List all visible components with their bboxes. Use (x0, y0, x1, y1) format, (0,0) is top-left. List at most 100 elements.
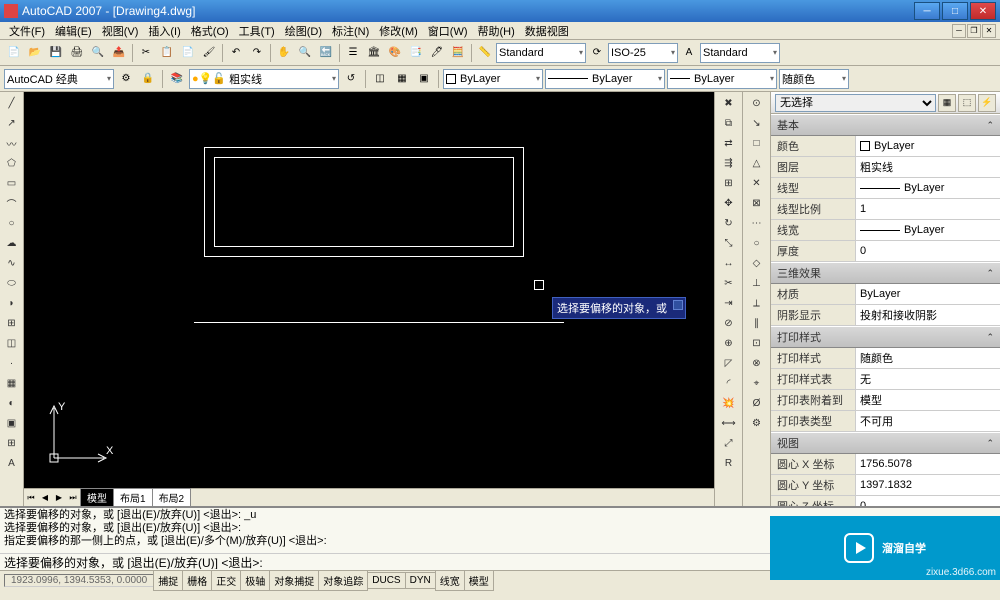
text-icon[interactable]: A (3, 454, 21, 472)
menu-modify[interactable]: 修改(M) (375, 22, 422, 40)
snap-from-icon[interactable]: ↘ (748, 114, 766, 132)
save-icon[interactable]: 💾 (46, 43, 66, 63)
layer-combo[interactable]: ●💡🔓粗实线 (189, 69, 339, 89)
mirror-icon[interactable]: ⇄ (720, 134, 738, 152)
xline-icon[interactable]: ↗ (3, 114, 21, 132)
hatch-draw-icon[interactable]: ▦ (3, 374, 21, 392)
extend-icon[interactable]: ⇥ (720, 294, 738, 312)
explode-icon[interactable]: 💥 (720, 394, 738, 412)
menu-dataview[interactable]: 数据视图 (521, 22, 573, 40)
region-draw-icon[interactable]: ▣ (3, 414, 21, 432)
section-basic[interactable]: 基本 (771, 114, 1000, 136)
fillet-icon[interactable]: ◜ (720, 374, 738, 392)
table-icon[interactable]: ⊞ (3, 434, 21, 452)
workspace-lock-icon[interactable]: 🔒 (138, 69, 158, 89)
temp-track-icon[interactable]: ⊙ (748, 94, 766, 112)
tab-layout1[interactable]: 布局1 (113, 488, 153, 507)
status-snap[interactable]: 捕捉 (153, 570, 183, 591)
quick-select-icon[interactable]: ▦ (938, 94, 956, 112)
section-view[interactable]: 视图 (771, 432, 1000, 454)
open-icon[interactable]: 📂 (25, 43, 45, 63)
polygon-icon[interactable]: ⬠ (3, 154, 21, 172)
snap-endpoint-icon[interactable]: □ (748, 134, 766, 152)
selection-dropdown[interactable]: 无选择 (775, 94, 936, 112)
array-icon[interactable]: ⊞ (720, 174, 738, 192)
cut-icon[interactable]: ✂ (136, 43, 156, 63)
dim-iso-combo[interactable]: ISO-25 (608, 43, 678, 63)
chamfer-icon[interactable]: ◸ (720, 354, 738, 372)
status-otrack[interactable]: 对象追踪 (318, 570, 368, 591)
tab-next-icon[interactable]: ▶ (52, 491, 66, 505)
linetype-combo[interactable]: ByLayer (545, 69, 665, 89)
tab-prev-icon[interactable]: ◀ (38, 491, 52, 505)
status-ortho[interactable]: 正交 (211, 570, 241, 591)
join-icon[interactable]: ⊕ (720, 334, 738, 352)
line-icon[interactable]: ╱ (3, 94, 21, 112)
preview-icon[interactable]: 🔍 (88, 43, 108, 63)
tab-last-icon[interactable]: ⏭ (66, 491, 80, 505)
tab-layout2[interactable]: 布局2 (152, 488, 192, 507)
region-icon[interactable]: ▣ (414, 69, 434, 89)
tab-model[interactable]: 模型 (80, 488, 114, 507)
snap-insert-icon[interactable]: ⊡ (748, 334, 766, 352)
dim-linear-icon[interactable]: ⟷ (720, 414, 738, 432)
undo-icon[interactable]: ↶ (226, 43, 246, 63)
dim-radius-icon[interactable]: R (720, 454, 738, 472)
maximize-button[interactable]: □ (942, 2, 968, 20)
menu-insert[interactable]: 插入(I) (144, 22, 184, 40)
status-osnap[interactable]: 对象捕捉 (269, 570, 319, 591)
gradient-icon[interactable]: ◐ (3, 394, 21, 412)
print-icon[interactable]: 🖨 (67, 43, 87, 63)
zoom-prev-icon[interactable]: 🔙 (316, 43, 336, 63)
rectangle-icon[interactable]: ▭ (3, 174, 21, 192)
mdi-close[interactable]: ✕ (982, 24, 996, 38)
workspace-settings-icon[interactable]: ⚙ (116, 69, 136, 89)
publish-icon[interactable]: 📤 (109, 43, 129, 63)
scale-icon[interactable]: ⤡ (720, 234, 738, 252)
break-icon[interactable]: ⊘ (720, 314, 738, 332)
rotate-icon[interactable]: ↻ (720, 214, 738, 232)
ellipse-arc-icon[interactable]: ◗ (3, 294, 21, 312)
minimize-button[interactable]: ─ (914, 2, 940, 20)
paste-icon[interactable]: 📄 (178, 43, 198, 63)
dim-icon[interactable]: 📏 (475, 43, 495, 63)
drawing-canvas[interactable]: 选择要偏移的对象，或 Y X (24, 92, 714, 488)
markup-icon[interactable]: 🖊 (427, 43, 447, 63)
snap-apparent-icon[interactable]: ⊠ (748, 194, 766, 212)
status-grid[interactable]: 栅格 (182, 570, 212, 591)
menu-tools[interactable]: 工具(T) (235, 22, 279, 40)
properties-icon[interactable]: ☰ (343, 43, 363, 63)
snap-center-icon[interactable]: ○ (748, 234, 766, 252)
point-icon[interactable]: · (3, 354, 21, 372)
menu-view[interactable]: 视图(V) (98, 22, 143, 40)
select-objects-icon[interactable]: ⬚ (958, 94, 976, 112)
move-icon[interactable]: ✥ (720, 194, 738, 212)
snap-ext-icon[interactable]: ⋯ (748, 214, 766, 232)
zoom-icon[interactable]: 🔍 (295, 43, 315, 63)
status-polar[interactable]: 极轴 (240, 570, 270, 591)
copy-obj-icon[interactable]: ⧉ (720, 114, 738, 132)
copy-icon[interactable]: 📋 (157, 43, 177, 63)
mdi-restore[interactable]: ❐ (967, 24, 981, 38)
layer-prev-icon[interactable]: ↺ (341, 69, 361, 89)
revcloud-icon[interactable]: ☁ (3, 234, 21, 252)
calc-icon[interactable]: 🧮 (448, 43, 468, 63)
snap-none-icon[interactable]: Ø (748, 394, 766, 412)
section-3d[interactable]: 三维效果 (771, 262, 1000, 284)
pan-icon[interactable]: ✋ (274, 43, 294, 63)
match-icon[interactable]: 🖌 (199, 43, 219, 63)
block-icon[interactable]: ◫ (370, 69, 390, 89)
snap-nearest-icon[interactable]: ⌖ (748, 374, 766, 392)
layer-manager-icon[interactable]: 📚 (167, 69, 187, 89)
polyline-icon[interactable]: 〰 (3, 134, 21, 152)
insert-block-icon[interactable]: ⊞ (3, 314, 21, 332)
tab-first-icon[interactable]: ⏮ (24, 491, 38, 505)
toggle-pickbox-icon[interactable]: ⚡ (978, 94, 996, 112)
mdi-minimize[interactable]: ─ (952, 24, 966, 38)
snap-tangent-icon[interactable]: ⊥ (748, 274, 766, 292)
status-model[interactable]: 模型 (464, 570, 494, 591)
new-icon[interactable]: 📄 (4, 43, 24, 63)
menu-edit[interactable]: 编辑(E) (51, 22, 96, 40)
menu-help[interactable]: 帮助(H) (474, 22, 519, 40)
section-plot[interactable]: 打印样式 (771, 326, 1000, 348)
